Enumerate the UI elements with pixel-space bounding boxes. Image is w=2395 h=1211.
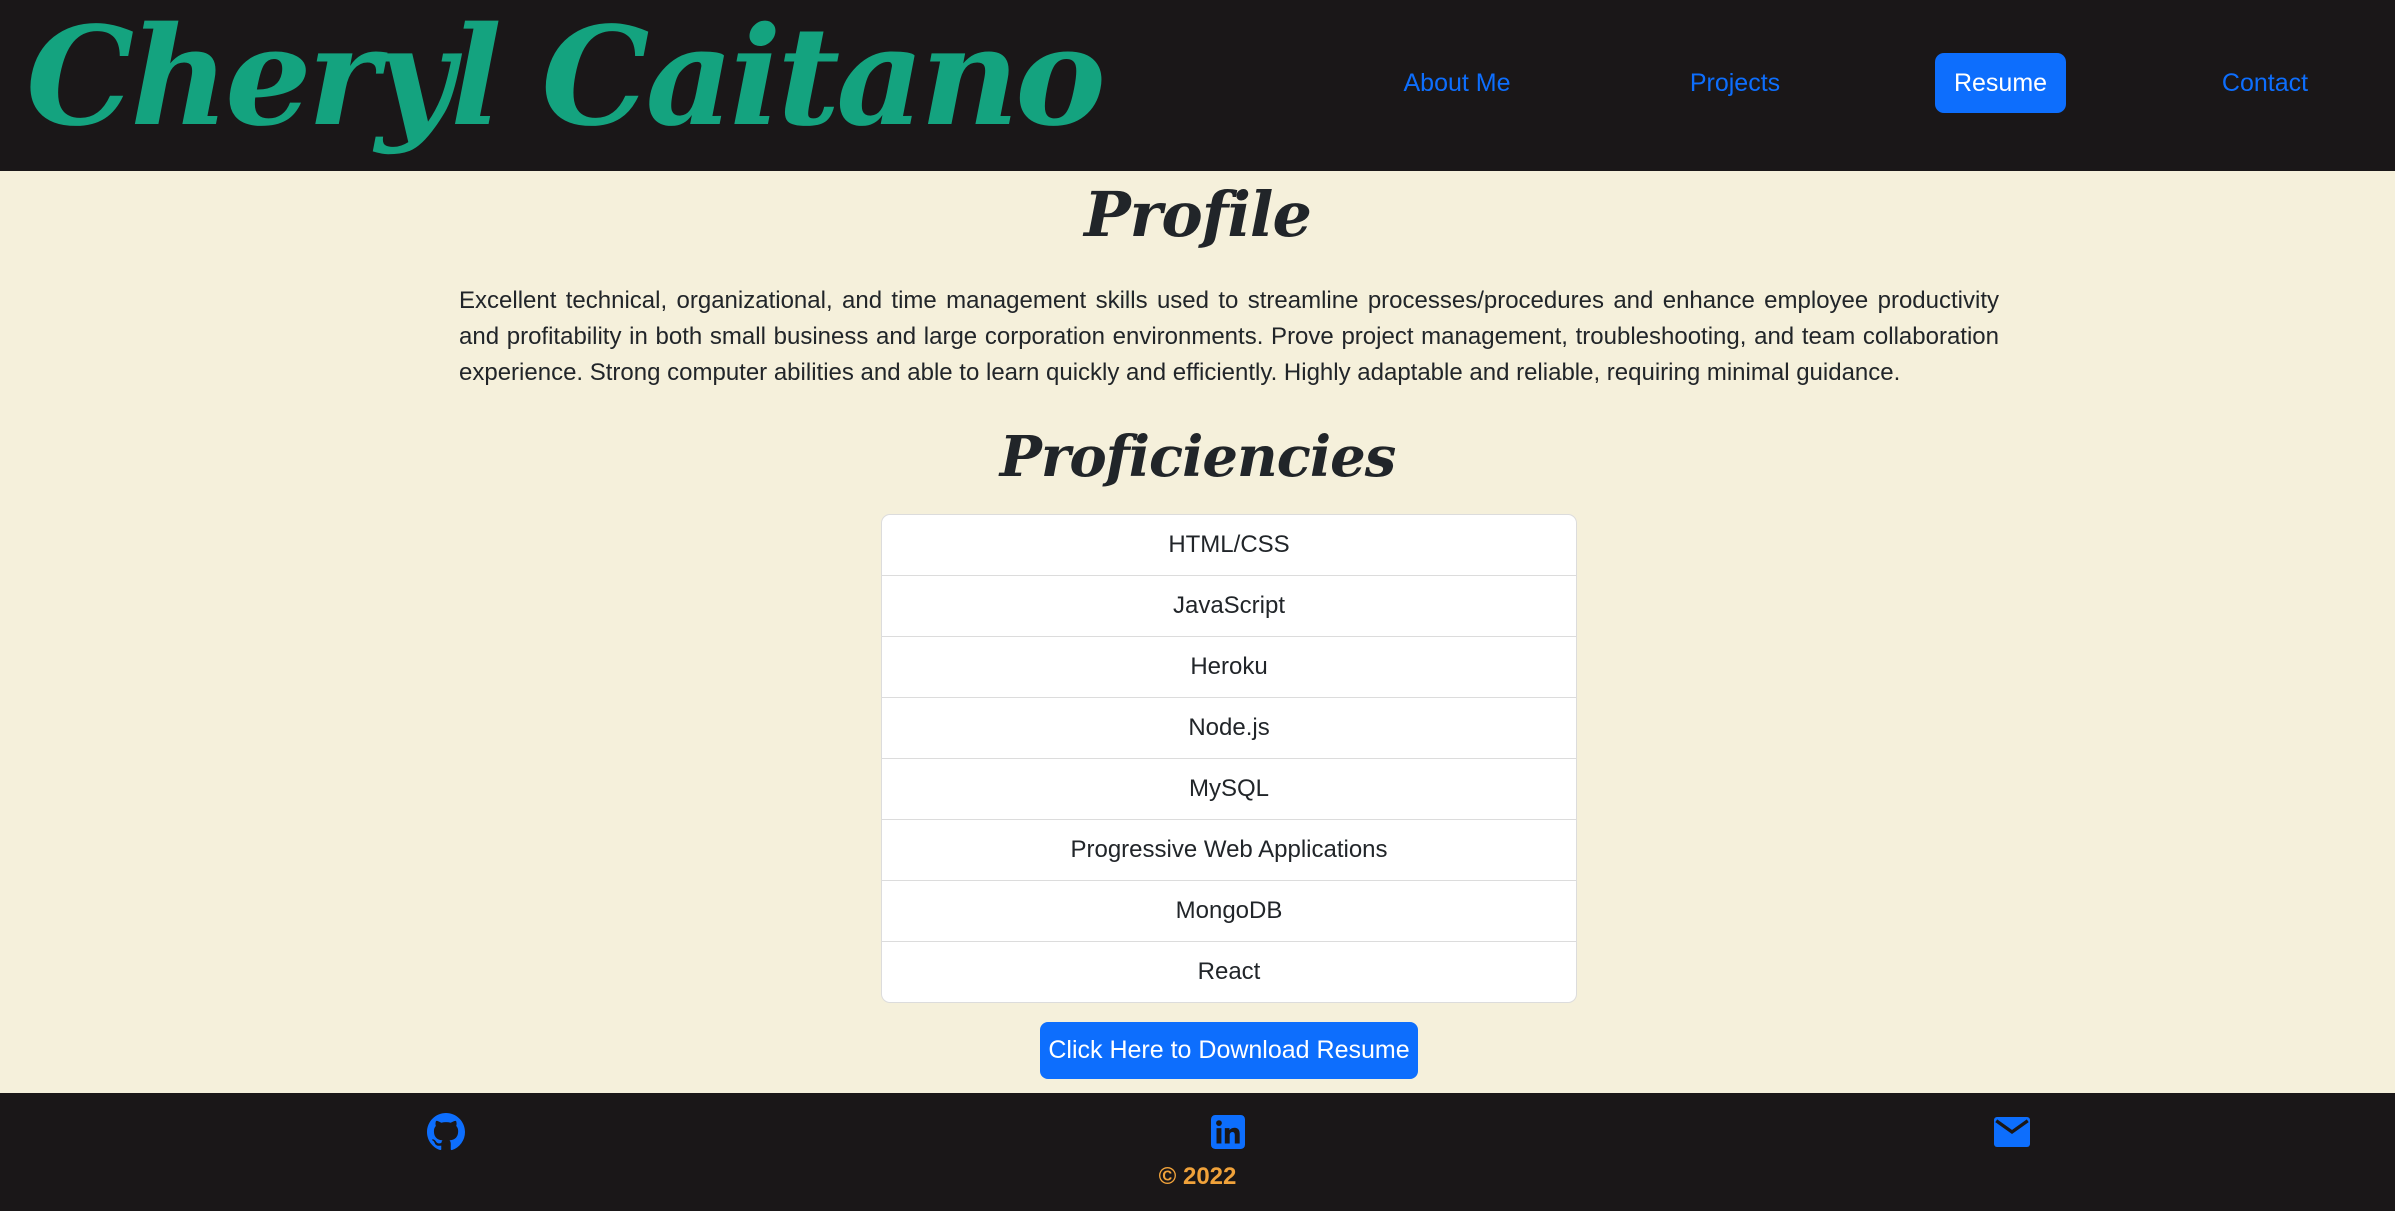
site-brand[interactable]: Cheryl Caitano (26, 0, 1106, 162)
list-item: Progressive Web Applications (882, 820, 1576, 881)
list-item: MySQL (882, 759, 1576, 820)
list-item: HTML/CSS (882, 515, 1576, 576)
nav-projects[interactable]: Projects (1676, 53, 1794, 113)
profile-summary: Excellent technical, organizational, and… (459, 287, 1999, 386)
nav-resume[interactable]: Resume (1935, 53, 2066, 113)
list-item: JavaScript (882, 576, 1576, 637)
list-item: Node.js (882, 698, 1576, 759)
proficiencies-heading: Proficiencies (999, 424, 1397, 490)
nav-contact[interactable]: Contact (2212, 53, 2318, 113)
download-resume-button[interactable]: Click Here to Download Resume (1040, 1022, 1418, 1079)
nav-about-me[interactable]: About Me (1384, 53, 1530, 113)
linkedin-icon[interactable] (1211, 1115, 1245, 1149)
list-item: MongoDB (882, 881, 1576, 942)
list-item: Heroku (882, 637, 1576, 698)
list-item: React (1197, 958, 1261, 985)
profile-heading: Profile (1084, 178, 1312, 251)
github-icon[interactable] (427, 1113, 465, 1151)
site-footer: © 2022 (0, 1093, 2395, 1211)
proficiencies-list: HTML/CSS JavaScript Heroku Node.js MySQL… (881, 514, 1577, 1003)
copyright-text: © 2022 (1158, 1163, 1237, 1190)
email-icon[interactable] (1994, 1117, 2030, 1147)
site-header: Cheryl Caitano About Me Projects Resume … (0, 0, 2395, 171)
